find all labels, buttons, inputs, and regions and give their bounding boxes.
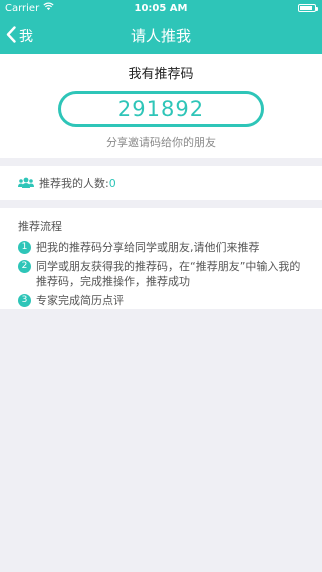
flow-step-text: 把我的推荐码分享给同学或朋友,请他们来推荐 <box>36 241 260 254</box>
referral-code-card: 我有推荐码 291892 分享邀请码给你的朋友 <box>0 54 322 158</box>
code-hint: 分享邀请码给你的朋友 <box>106 136 216 149</box>
flow-step-text: 专家完成简历点评 <box>36 294 124 307</box>
battery-icon <box>298 4 318 12</box>
referral-flow-card: 推荐流程 1 把我的推荐码分享给同学或朋友,请他们来推荐 2 同学或朋友获得我的… <box>0 208 322 309</box>
flow-title: 推荐流程 <box>18 220 62 233</box>
referral-count-row: 推荐我的人数: 0 <box>0 166 322 200</box>
status-bar: Carrier 10:05 AM <box>0 0 322 18</box>
flow-step-text: 同学或朋友获得我的推荐码，在“推荐朋友”中输入我的推荐码，完成推操作，推荐成功 <box>36 260 301 288</box>
referral-code: 291892 <box>58 91 264 127</box>
flow-step: 1 把我的推荐码分享给同学或朋友,请他们来推荐 <box>18 240 310 255</box>
page-title: 请人推我 <box>130 27 191 45</box>
referral-count-value: 0 <box>108 176 116 190</box>
header: Carrier 10:05 AM 我 请人推我 <box>0 0 322 54</box>
nav-bar: 我 请人推我 <box>0 18 322 54</box>
step-number-badge: 2 <box>18 260 31 273</box>
people-icon <box>18 177 34 189</box>
battery-fill <box>300 6 312 10</box>
code-card-title: 我有推荐码 <box>128 67 194 82</box>
flow-step: 3 专家完成简历点评 <box>18 293 310 308</box>
step-number-badge: 3 <box>18 294 31 307</box>
status-time: 10:05 AM <box>134 3 188 14</box>
battery-outline <box>298 4 318 12</box>
app-screen: Carrier 10:05 AM 我 请人推我 我有推荐码 291892 分享邀… <box>0 0 322 572</box>
referral-count-label: 推荐我的人数: <box>39 177 109 190</box>
flow-step: 2 同学或朋友获得我的推荐码，在“推荐朋友”中输入我的推荐码，完成推操作，推荐成… <box>18 259 310 289</box>
step-number-badge: 1 <box>18 241 31 254</box>
